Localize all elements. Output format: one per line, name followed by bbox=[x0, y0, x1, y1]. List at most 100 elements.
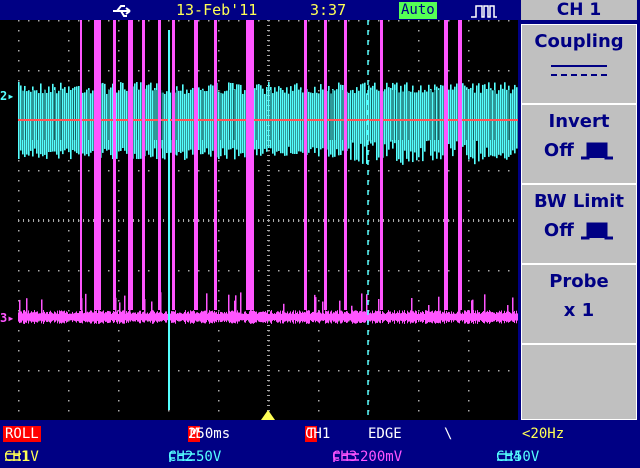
ch3-noise bbox=[294, 313, 295, 321]
ch3-noise bbox=[49, 311, 50, 323]
ch2-trace-gap bbox=[279, 90, 280, 140]
ch3-noise bbox=[402, 310, 403, 324]
center-tick bbox=[267, 200, 270, 201]
grid-dot bbox=[218, 350, 220, 352]
center-tick bbox=[363, 219, 364, 222]
ch3-noise bbox=[101, 311, 102, 323]
date-label: 13-Feb'11 bbox=[176, 1, 258, 19]
grid-dot bbox=[68, 180, 70, 182]
ch3-pulse bbox=[158, 20, 161, 310]
ch2-trace-gap bbox=[75, 90, 76, 140]
probe-button[interactable]: Probe x 1 bbox=[521, 264, 637, 344]
ch3-noise bbox=[37, 311, 38, 323]
ch3-noise bbox=[376, 311, 377, 323]
ch3-pulse bbox=[444, 20, 448, 310]
coupling-label: Coupling bbox=[534, 31, 624, 52]
ch2-level-marker[interactable]: 2▸ bbox=[0, 89, 18, 103]
ch3-noise bbox=[138, 312, 139, 322]
center-tick bbox=[267, 340, 270, 341]
waveform-display bbox=[18, 20, 518, 420]
ch3-noise bbox=[162, 313, 163, 321]
ch2-trace-segment bbox=[474, 92, 476, 165]
center-tick bbox=[267, 195, 270, 196]
ch3-noise bbox=[140, 310, 141, 324]
ch3-noise bbox=[157, 311, 158, 323]
grid-dot bbox=[118, 190, 120, 192]
ch3-noise bbox=[479, 312, 480, 322]
grid-dot bbox=[118, 180, 120, 182]
ch2-trace-segment bbox=[432, 92, 434, 161]
ch3-noise bbox=[302, 311, 303, 323]
ch2-trace-segment bbox=[52, 83, 54, 152]
ch3-noise bbox=[76, 311, 77, 323]
ch2-trace-segment bbox=[296, 83, 298, 155]
center-tick bbox=[383, 219, 384, 222]
bw-limit-button[interactable]: BW Limit Off bbox=[521, 184, 637, 264]
ch3-level-marker[interactable]: 3▸ bbox=[0, 311, 18, 325]
grid-dot bbox=[218, 230, 220, 232]
center-tick bbox=[267, 40, 270, 41]
grid-dot bbox=[468, 160, 470, 162]
grid-dot bbox=[328, 270, 330, 272]
ch3-noise bbox=[88, 312, 89, 322]
grid-dot bbox=[418, 390, 420, 392]
ch3-noise bbox=[450, 313, 451, 321]
center-tick bbox=[267, 260, 270, 261]
coupling-button[interactable]: Coupling bbox=[521, 24, 637, 104]
ch3-noise bbox=[274, 313, 275, 321]
grid-dot bbox=[468, 230, 470, 232]
grid-dot bbox=[178, 170, 180, 172]
ch3-noise bbox=[424, 313, 425, 321]
ch2-trace-segment bbox=[480, 92, 482, 154]
ch2-trace-gap bbox=[156, 90, 157, 140]
grid-dot bbox=[418, 180, 420, 182]
ch3-noise bbox=[499, 310, 500, 324]
ch3-noise bbox=[370, 312, 371, 322]
invert-button[interactable]: Invert Off bbox=[521, 104, 637, 184]
grid-dot bbox=[28, 270, 30, 272]
ch2-trace-segment bbox=[118, 91, 120, 152]
ch3-noise bbox=[209, 310, 210, 324]
ch3-noise bbox=[73, 313, 74, 321]
ch3-noise bbox=[106, 312, 107, 322]
center-tick bbox=[267, 345, 270, 346]
grid-dot bbox=[468, 210, 470, 212]
ch2-trace-segment bbox=[42, 93, 44, 157]
grid-dot bbox=[108, 370, 110, 372]
grid-dot bbox=[118, 400, 120, 402]
grid-dot bbox=[288, 170, 290, 172]
ch3-noise bbox=[511, 313, 512, 321]
grid-dot bbox=[418, 370, 420, 372]
ch3-noise bbox=[360, 310, 361, 324]
ch2-trace-gap bbox=[60, 90, 61, 140]
ch3-noise bbox=[227, 313, 228, 321]
ch3-noise bbox=[516, 310, 517, 324]
empty-menu-slot[interactable] bbox=[521, 344, 637, 420]
center-tick bbox=[267, 375, 270, 376]
ch3-noise bbox=[432, 310, 433, 324]
ch2-trace-segment bbox=[318, 93, 320, 157]
ch3-noise bbox=[256, 311, 257, 323]
ch3-noise bbox=[47, 311, 48, 323]
grid-dot bbox=[118, 230, 120, 232]
center-tick bbox=[267, 75, 270, 76]
ch2-trace-segment bbox=[64, 87, 66, 151]
ch2-trace-segment bbox=[302, 92, 304, 153]
ch3-noise bbox=[128, 311, 129, 323]
grid-dot bbox=[218, 240, 220, 242]
center-tick bbox=[267, 205, 270, 206]
ch3-noise bbox=[486, 311, 487, 323]
ch2-trace-segment bbox=[166, 91, 168, 154]
center-tick bbox=[373, 219, 374, 222]
grid-dot bbox=[228, 270, 230, 272]
ch3-noise bbox=[393, 313, 394, 321]
grid-dot bbox=[18, 270, 20, 272]
probe-label: Probe bbox=[549, 271, 609, 292]
grid-dot bbox=[258, 370, 260, 372]
ch3-noise bbox=[342, 311, 343, 323]
grid-dot bbox=[468, 60, 470, 62]
ch2-trace-gap bbox=[408, 90, 409, 140]
ch3-noise bbox=[64, 310, 65, 324]
ch3-noise-spike bbox=[41, 299, 43, 314]
ch3-noise bbox=[43, 310, 44, 324]
